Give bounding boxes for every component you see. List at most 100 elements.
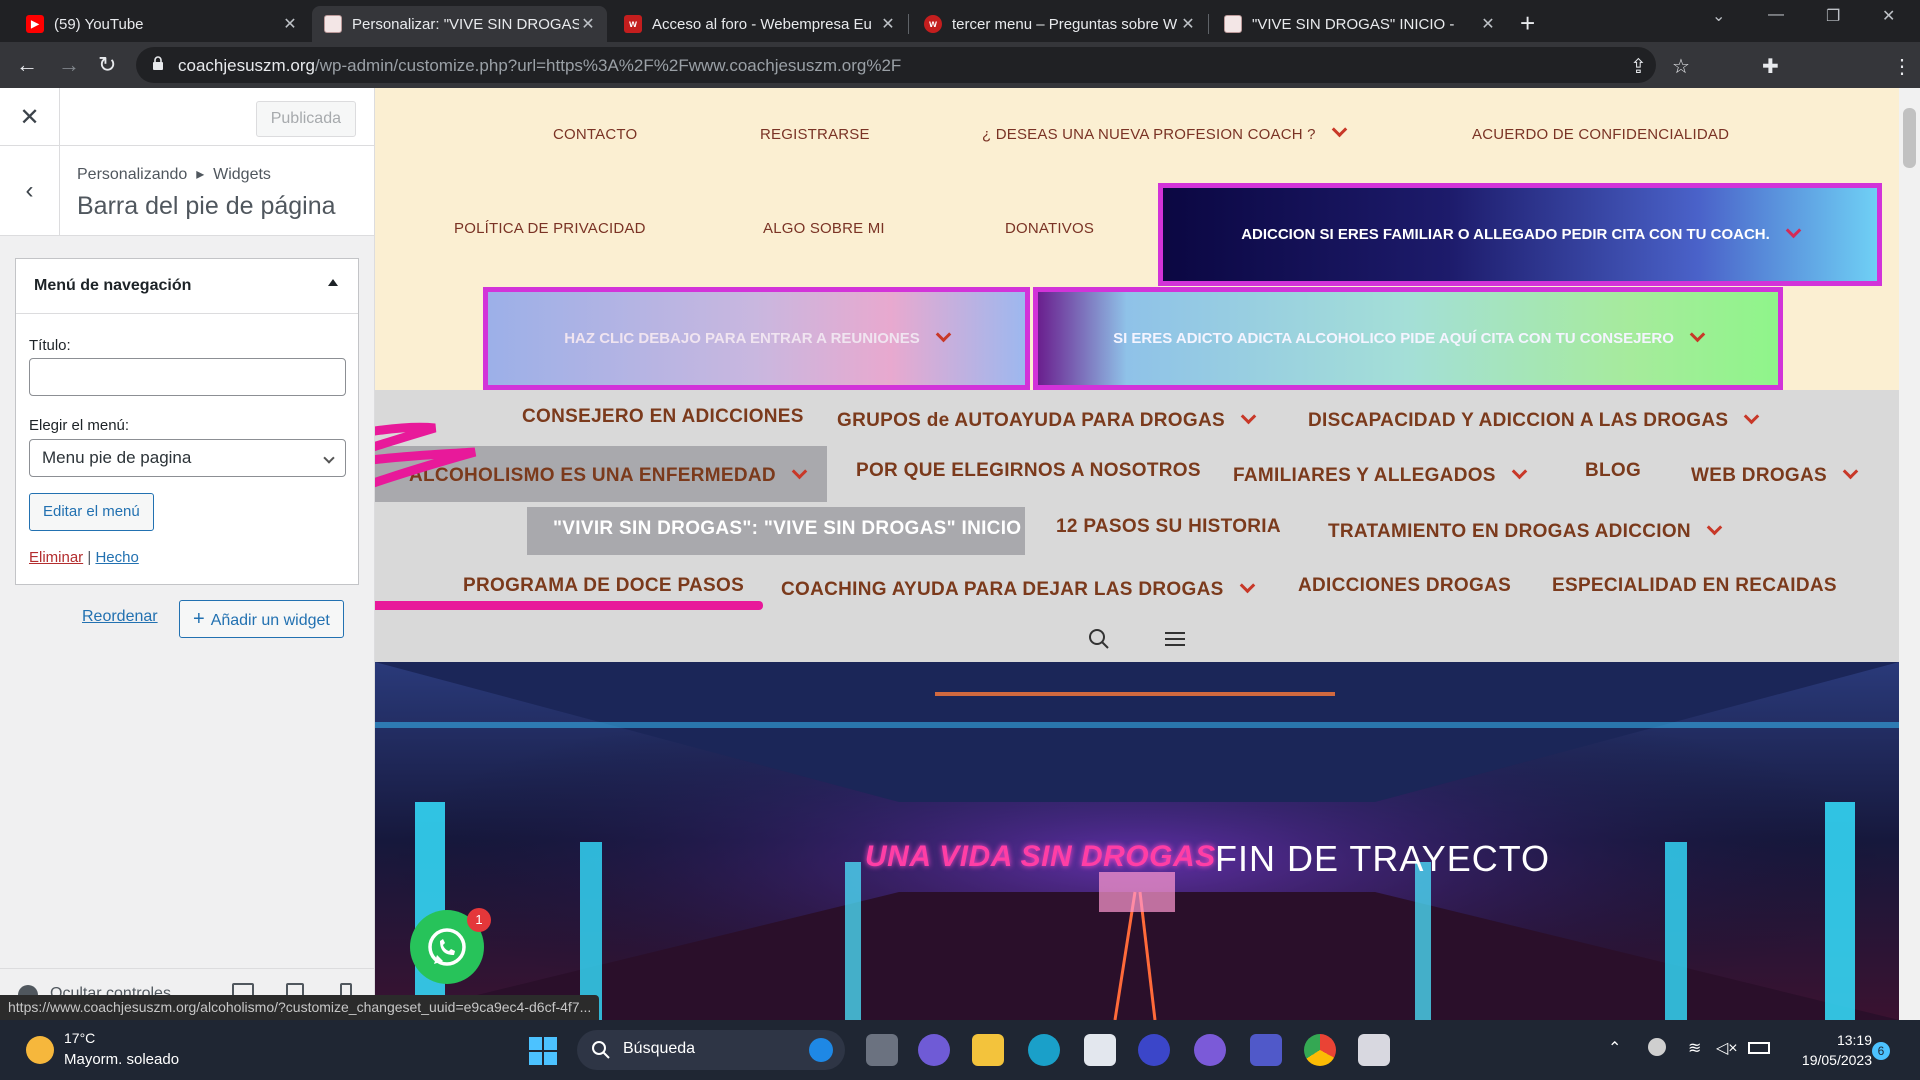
bookmark-star-icon[interactable]: ☆	[1672, 54, 1690, 79]
title-input[interactable]	[29, 358, 346, 396]
search-label: Búsqueda	[623, 1040, 696, 1057]
app-icon[interactable]	[1194, 1034, 1226, 1066]
menu-item-acuerdo[interactable]: ACUERDO DE CONFIDENCIALIDAD	[1472, 126, 1729, 143]
chevron-down-icon[interactable]	[1331, 121, 1347, 138]
wifi-icon[interactable]: ≋	[1688, 1038, 1701, 1058]
plus-icon: +	[193, 608, 205, 630]
teams-icon[interactable]	[1250, 1034, 1282, 1066]
weather-description[interactable]: Mayorm. soleado	[64, 1051, 179, 1068]
hamburger-menu-icon[interactable]	[1164, 630, 1186, 648]
tab-vive-sin-drogas[interactable]: "VIVE SIN DROGAS" INICIO - ✕	[1212, 6, 1507, 42]
delete-link[interactable]: Eliminar	[29, 549, 83, 566]
menu-item-contacto[interactable]: CONTACTO	[553, 126, 637, 143]
chevron-down-icon[interactable]	[1744, 408, 1760, 425]
weather-sun-icon[interactable]	[26, 1036, 54, 1064]
close-tab-icon[interactable]: ✕	[879, 14, 897, 34]
close-tab-icon[interactable]: ✕	[1479, 14, 1497, 34]
new-tab-button[interactable]: +	[1520, 8, 1535, 39]
minimize-button[interactable]: —	[1768, 6, 1784, 24]
reload-icon[interactable]: ↻	[98, 52, 116, 78]
tab-youtube[interactable]: ▶ (59) YouTube ✕	[14, 6, 309, 42]
menu-item-programa-doce-pasos[interactable]: PROGRAMA DE DOCE PASOS	[463, 575, 744, 597]
menu-select-label: Elegir el menú:	[29, 417, 130, 434]
tab-webempresa-foro[interactable]: w Acceso al foro - Webempresa Eu ✕	[612, 6, 907, 42]
notification-badge[interactable]: 6	[1872, 1042, 1890, 1060]
close-tab-icon[interactable]: ✕	[281, 14, 299, 34]
bing-icon[interactable]	[809, 1038, 833, 1062]
battery-icon[interactable]	[1748, 1042, 1770, 1054]
chevron-down-icon[interactable]	[1689, 326, 1706, 343]
file-explorer-icon[interactable]	[972, 1034, 1004, 1066]
chevron-down-icon[interactable]	[1239, 577, 1255, 594]
gradient-item-familiar[interactable]: ADICCION SI ERES FAMILIAR O ALLEGADO PED…	[1158, 183, 1882, 286]
menu-item-coaching[interactable]: COACHING AYUDA PARA DEJAR LAS DROGAS	[781, 577, 1255, 601]
menu-item-nueva-profesion[interactable]: ¿ DESEAS UNA NUEVA PROFESION COACH ?	[982, 121, 1347, 143]
chevron-down-icon[interactable]	[1706, 519, 1723, 536]
onedrive-icon[interactable]	[1648, 1038, 1666, 1056]
top-menu: CONTACTO REGISTRARSE ¿ DESEAS UNA NUEVA …	[375, 88, 1899, 390]
menu-item-privacidad[interactable]: POLÍTICA DE PRIVACIDAD	[454, 220, 646, 237]
close-tab-icon[interactable]: ✕	[1179, 14, 1197, 34]
scrollbar-thumb[interactable]	[1903, 108, 1916, 168]
share-icon[interactable]: ⇪	[1630, 54, 1647, 79]
chevron-down-icon[interactable]	[1842, 463, 1859, 480]
taskbar-clock[interactable]: 13:19 19/05/2023	[1802, 1030, 1872, 1070]
back-icon[interactable]: ←	[16, 52, 38, 78]
menu-item-donativos[interactable]: DONATIVOS	[1005, 220, 1094, 237]
chrome-menu-icon[interactable]: ⋮	[1892, 54, 1912, 79]
windows-taskbar: 17°C Mayorm. soleado Búsqueda ⌃ ≋ ◁× 13:…	[0, 1020, 1920, 1080]
tab-tercer-menu[interactable]: w tercer menu – Preguntas sobre W ✕	[912, 6, 1207, 42]
chevron-down-icon[interactable]	[1785, 222, 1802, 239]
page-scrollbar[interactable]	[1899, 88, 1920, 1020]
widget-header[interactable]: Menú de navegación	[16, 259, 358, 314]
chrome-icon[interactable]	[1304, 1034, 1336, 1066]
microsoft-store-icon[interactable]	[1084, 1034, 1116, 1066]
menu-item-tratamiento[interactable]: TRATAMIENTO EN DROGAS ADICCION	[1328, 519, 1723, 543]
menu-item-registrarse[interactable]: REGISTRARSE	[760, 126, 870, 143]
menu-select[interactable]: Menu pie de pagina	[29, 439, 346, 477]
taskbar-search[interactable]: Búsqueda	[577, 1030, 845, 1070]
menu-item-web-drogas[interactable]: WEB DROGAS	[1691, 463, 1859, 487]
search-icon[interactable]	[1088, 628, 1110, 650]
tab-customizer[interactable]: Personalizar: "VIVE SIN DROGAS" ✕	[312, 6, 607, 42]
chevron-down-icon[interactable]	[1511, 463, 1528, 480]
extensions-puzzle-icon[interactable]: ✚	[1762, 54, 1779, 79]
chevron-down-icon[interactable]	[935, 326, 952, 343]
reorder-link[interactable]: Reordenar	[82, 608, 158, 626]
gradient-item-adicto[interactable]: SI ERES ADICTO ADICTA ALCOHOLICO PIDE AQ…	[1033, 287, 1783, 390]
menu-item-familiares[interactable]: FAMILIARES Y ALLEGADOS	[1233, 463, 1528, 487]
publish-button[interactable]: Publicada	[255, 101, 356, 137]
edge-icon[interactable]	[1028, 1034, 1060, 1066]
add-widget-button[interactable]: + Añadir un widget	[179, 600, 344, 638]
close-customizer-icon[interactable]: ✕	[0, 88, 60, 146]
menu-item-blog[interactable]: BLOG	[1585, 460, 1641, 482]
close-tab-icon[interactable]: ✕	[579, 14, 597, 34]
menu-item-adicciones-drogas[interactable]: ADICCIONES DROGAS	[1298, 575, 1511, 597]
task-view-icon[interactable]	[866, 1034, 898, 1066]
menu-item-algo-sobre-mi[interactable]: ALGO SOBRE MI	[763, 220, 885, 237]
widget-actions: Eliminar | Hecho	[29, 549, 139, 566]
teams-chat-icon[interactable]	[918, 1034, 950, 1066]
menu-item-discapacidad[interactable]: DISCAPACIDAD Y ADICCION A LAS DROGAS	[1308, 408, 1760, 432]
maximize-button[interactable]: ❐	[1826, 6, 1840, 26]
edit-menu-button[interactable]: Editar el menú	[29, 493, 154, 531]
show-hidden-icons-chevron-icon[interactable]: ⌃	[1608, 1038, 1621, 1058]
chevron-down-icon[interactable]	[1240, 408, 1257, 425]
menu-item-12-pasos[interactable]: 12 PASOS SU HISTORIA	[1056, 516, 1281, 538]
snipping-tool-icon[interactable]	[1358, 1034, 1390, 1066]
weather-temperature[interactable]: 17°C	[64, 1030, 95, 1046]
windows-start-icon[interactable]	[528, 1036, 558, 1066]
tab-search-icon[interactable]: ⌄	[1712, 6, 1725, 26]
volume-muted-icon[interactable]: ◁×	[1716, 1038, 1738, 1058]
app-icon[interactable]	[1138, 1034, 1170, 1066]
gradient-item-reuniones[interactable]: HAZ CLIC DEBAJO PARA ENTRAR A REUNIONES	[483, 287, 1030, 390]
address-bar[interactable]: coachjesuszm.org/wp-admin/customize.php?…	[136, 47, 1656, 83]
forward-icon[interactable]: →	[58, 52, 80, 78]
close-window-button[interactable]: ✕	[1882, 6, 1895, 26]
breadcrumb: Personalizando ▸ Widgets	[77, 166, 271, 183]
widget-title: Menú de navegación	[34, 277, 192, 294]
back-chevron-icon[interactable]: ‹	[0, 146, 60, 236]
collapse-arrow-icon[interactable]	[328, 279, 338, 286]
done-link[interactable]: Hecho	[95, 549, 138, 566]
menu-item-recaidas[interactable]: ESPECIALIDAD EN RECAIDAS	[1552, 575, 1837, 597]
